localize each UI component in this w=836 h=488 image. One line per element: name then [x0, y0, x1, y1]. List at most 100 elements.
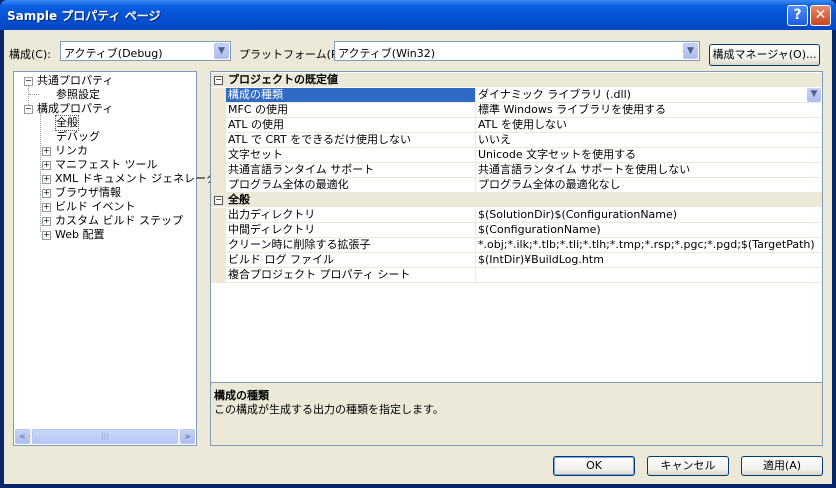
property-name: 中間ディレクトリ — [226, 223, 475, 238]
tree-item-label: 参照設定 — [56, 88, 100, 101]
expand-icon[interactable]: + — [42, 230, 51, 240]
platform-label: プラットフォーム(P): — [239, 48, 346, 61]
category-general[interactable]: − 全般 — [211, 193, 822, 207]
tree-item-manifest-tool[interactable]: + マニフェスト ツール — [42, 158, 158, 172]
property-name: クリーン時に削除する拡張子 — [226, 238, 475, 253]
collapse-icon[interactable]: − — [24, 104, 33, 114]
ok-button[interactable]: OK — [553, 456, 635, 476]
collapse-icon[interactable]: − — [24, 76, 33, 86]
config-select[interactable]: アクティブ(Debug) ▼ — [60, 41, 231, 61]
config-label: 構成(C): — [9, 48, 51, 61]
tree-item-common-properties[interactable]: − 共通プロパティ — [24, 74, 113, 88]
scroll-left-icon[interactable]: < — [15, 429, 30, 444]
property-row[interactable]: クリーン時に削除する拡張子 *.obj;*.ilk;*.tlb;*.tli;*.… — [211, 238, 822, 253]
apply-button[interactable]: 適用(A) — [741, 456, 823, 476]
property-name: 出力ディレクトリ — [226, 208, 475, 223]
property-row[interactable]: プログラム全体の最適化 プログラム全体の最適化なし — [211, 178, 822, 193]
property-value[interactable]: 共通言語ランタイム サポートを使用しない — [475, 163, 822, 178]
property-name: プログラム全体の最適化 — [226, 178, 475, 193]
property-row[interactable]: 出力ディレクトリ $(SolutionDir)$(ConfigurationNa… — [211, 208, 822, 223]
expand-icon[interactable]: + — [42, 188, 51, 198]
property-value[interactable]: $(SolutionDir)$(ConfigurationName) — [475, 208, 822, 223]
property-name: 共通言語ランタイム サポート — [226, 163, 475, 178]
tree-item-browse-info[interactable]: + ブラウザ情報 — [42, 186, 121, 200]
category-title: プロジェクトの既定値 — [228, 73, 338, 86]
property-value[interactable]: ダイナミック ライブラリ (.dll) — [475, 88, 822, 103]
property-value[interactable]: プログラム全体の最適化なし — [475, 178, 822, 193]
property-name: MFC の使用 — [226, 103, 475, 118]
dialog-client-area: 構成(C): アクティブ(Debug) ▼ プラットフォーム(P): アクティブ… — [4, 30, 832, 484]
property-tree[interactable]: − 共通プロパティ 参照設定 − 構成プロパティ 全般 デバッグ + リンカ + マニフ… — [13, 71, 217, 446]
collapse-icon[interactable]: − — [214, 75, 223, 85]
chevron-down-icon[interactable]: ▼ — [683, 43, 698, 59]
property-value[interactable]: ATL を使用しない — [475, 118, 822, 133]
property-row[interactable]: 中間ディレクトリ $(ConfigurationName) — [211, 223, 822, 238]
property-row[interactable]: ATL で CRT をできるだけ使用しない いいえ — [211, 133, 822, 148]
property-value[interactable]: $(IntDir)¥BuildLog.htm — [475, 253, 822, 268]
expand-icon[interactable]: + — [42, 202, 51, 212]
tree-item-debug[interactable]: デバッグ — [56, 130, 100, 144]
platform-select-value: アクティブ(Win32) — [338, 47, 436, 60]
property-row[interactable]: 共通言語ランタイム サポート 共通言語ランタイム サポートを使用しない — [211, 163, 822, 178]
tree-item-label: 構成プロパティ — [37, 102, 114, 115]
tree-item-web-deploy[interactable]: + Web 配置 — [42, 228, 104, 242]
scroll-thumb[interactable]: ||| — [32, 429, 178, 444]
description-pane: 構成の種類 この構成が生成する出力の種類を指定します。 — [210, 382, 823, 446]
property-name: 構成の種類 — [226, 88, 475, 103]
property-row-config-type[interactable]: 構成の種類 ダイナミック ライブラリ (.dll) ▼ — [211, 88, 822, 103]
property-row[interactable]: 複合プロジェクト プロパティ シート — [211, 268, 822, 283]
tree-item-label: 共通プロパティ — [37, 74, 114, 87]
property-value[interactable]: *.obj;*.ilk;*.tlb;*.tli;*.tlh;*.tmp;*.rs… — [475, 238, 822, 253]
chevron-down-icon[interactable]: ▼ — [214, 43, 229, 59]
category-project-defaults[interactable]: − プロジェクトの既定値 — [211, 73, 822, 87]
tree-item-label: デバッグ — [56, 130, 100, 143]
tree-item-label: ブラウザ情報 — [55, 186, 121, 199]
expand-icon[interactable]: + — [42, 216, 51, 226]
window-title: Sample プロパティ ページ — [7, 9, 161, 23]
cancel-button[interactable]: キャンセル — [647, 456, 729, 476]
property-row[interactable]: MFC の使用 標準 Windows ライブラリを使用する — [211, 103, 822, 118]
tree-item-general-selected[interactable]: 全般 — [55, 115, 79, 131]
tree-item-label: ビルド イベント — [55, 200, 136, 213]
tree-item-label: XML ドキュメント ジェネレータ — [55, 172, 218, 185]
config-manager-button[interactable]: 構成マネージャ(O)... — [709, 44, 820, 66]
config-select-value: アクティブ(Debug) — [64, 47, 163, 60]
close-button[interactable]: ✕ — [810, 5, 831, 26]
expand-icon[interactable]: + — [42, 174, 51, 184]
category-title: 全般 — [228, 193, 250, 206]
property-value[interactable]: 標準 Windows ライブラリを使用する — [475, 103, 822, 118]
property-value[interactable]: Unicode 文字セットを使用する — [475, 148, 822, 163]
help-button[interactable]: ? — [787, 5, 808, 26]
tree-item-custom-build-step[interactable]: + カスタム ビルド ステップ — [42, 214, 183, 228]
tree-item-build-events[interactable]: + ビルド イベント — [42, 200, 136, 214]
property-value[interactable]: $(ConfigurationName) — [475, 223, 822, 238]
property-name: 文字セット — [226, 148, 475, 163]
tree-item-label: Web 配置 — [55, 228, 105, 241]
tree-item-config-properties[interactable]: − 構成プロパティ — [24, 102, 113, 116]
tree-item-references[interactable]: 参照設定 — [56, 88, 100, 102]
title-bar[interactable]: Sample プロパティ ページ ? ✕ — [0, 0, 836, 30]
tree-item-linker[interactable]: + リンカ — [42, 144, 88, 158]
tree-item-label: リンカ — [55, 144, 88, 157]
expand-icon[interactable]: + — [42, 146, 51, 156]
platform-select[interactable]: アクティブ(Win32) ▼ — [334, 41, 700, 61]
tree-item-xml-doc-generator[interactable]: + XML ドキュメント ジェネレータ — [42, 172, 217, 186]
expand-icon[interactable]: + — [42, 160, 51, 170]
property-value[interactable]: いいえ — [475, 133, 822, 148]
dialog-window: Sample プロパティ ページ ? ✕ 構成(C): アクティブ(Debug)… — [0, 0, 836, 488]
tree-horizontal-scrollbar[interactable]: < ||| > — [15, 429, 195, 444]
scroll-right-icon[interactable]: > — [180, 429, 195, 444]
tree-item-label: 全般 — [56, 116, 78, 129]
property-row[interactable]: ビルド ログ ファイル $(IntDir)¥BuildLog.htm — [211, 253, 822, 268]
property-name: 複合プロジェクト プロパティ シート — [226, 268, 475, 283]
collapse-icon[interactable]: − — [214, 195, 223, 205]
property-name: ATL の使用 — [226, 118, 475, 133]
property-row[interactable]: 文字セット Unicode 文字セットを使用する — [211, 148, 822, 163]
property-name: ビルド ログ ファイル — [226, 253, 475, 268]
tree-item-label: マニフェスト ツール — [55, 158, 158, 171]
chevron-down-icon[interactable]: ▼ — [807, 88, 821, 102]
tree-item-label: カスタム ビルド ステップ — [55, 214, 183, 227]
description-text: この構成が生成する出力の種類を指定します。 — [214, 403, 444, 416]
property-row[interactable]: ATL の使用 ATL を使用しない — [211, 118, 822, 133]
property-value[interactable] — [475, 268, 822, 283]
